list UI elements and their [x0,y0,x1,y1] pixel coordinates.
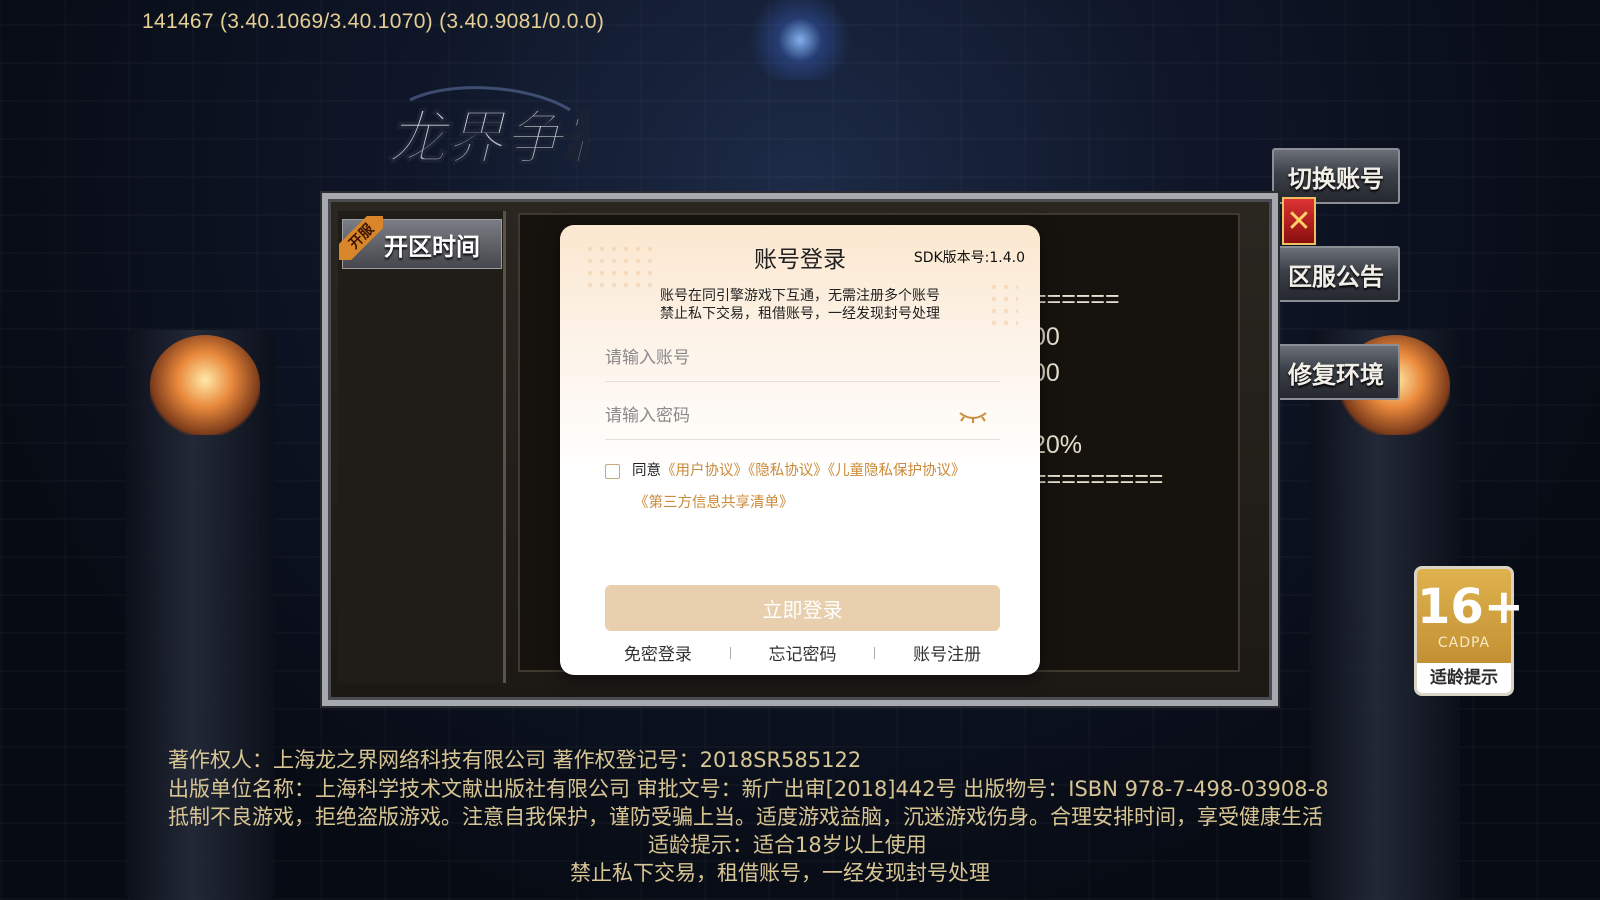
forgot-password-link[interactable]: 忘记密码 [768,640,836,665]
notice-line: 禁止私下交易，租借账号，一经发现封号处理 [660,306,940,322]
new-server-ribbon: 开服 [339,216,383,260]
register-link[interactable]: 账号注册 [913,640,981,665]
footer-line: 著作权人：上海龙之界网络科技有限公司 著作权登记号：2018SR585122 [168,748,862,772]
login-dialog: 账号登录 SDK版本号:1.4.0 账号在同引擎游戏下互通，无需注册多个账号 禁… [560,225,1040,675]
password-field [605,395,1000,440]
tab-open-time[interactable]: 开服 开区时间 [339,216,502,269]
eye-closed-icon[interactable] [958,409,988,425]
age-rating-number: 16+ [1417,579,1525,635]
footer-line: 适龄提示：适合18岁以上使用 [648,833,927,857]
switch-account-button[interactable]: 切换账号 [1272,148,1400,204]
server-notice-button[interactable]: 区服公告 [1272,246,1400,302]
agreement-area: 同意《用户协议》《隐私协议》《儿童隐私保护协议》 《第三方信息共享清单》 [605,455,1005,519]
server-list-column [338,211,506,683]
divider [729,646,731,659]
close-icon[interactable]: ✕ [1282,197,1316,245]
password-input[interactable] [605,395,945,437]
version-text: 141467 (3.40.1069/3.40.1070) (3.40.9081/… [142,10,605,33]
divider [874,646,876,659]
account-field [605,337,1000,382]
age-rating-badge: 16+ CADPA 适龄提示 [1414,566,1525,696]
footer-line: 禁止私下交易，租借账号，一经发现封号处理 [570,861,990,885]
age-rating-tip: 适龄提示 [1417,663,1511,693]
agree-checkbox[interactable] [605,463,620,479]
top-light-glow [740,0,860,80]
footer-line: 出版单位名称：上海科学技术文献出版社有限公司 审批文号：新广出审[2018]44… [168,777,1329,801]
passwordless-login-link[interactable]: 免密登录 [624,640,692,665]
repair-env-button[interactable]: 修复环境 [1272,344,1400,400]
ribbon-label: 开服 [339,216,383,260]
dialog-bottom-links: 免密登录 忘记密码 账号注册 [605,640,1000,665]
logo-text: 龙界争霸 [388,104,590,172]
login-button[interactable]: 立即登录 [605,585,1000,631]
account-notice: 账号在同引擎游戏下互通，无需注册多个账号 禁止私下交易，租借账号，一经发现封号处… [560,287,1040,323]
footer-line: 抵制不良游戏，拒绝盗版游戏。注意自我保护，谨防受骗上当。适度游戏益脑，沉迷游戏伤… [168,805,1323,829]
user-agreement-link[interactable]: 《用户协议》 [661,463,748,479]
age-rating-org: CADPA [1437,635,1491,651]
notice-text-line: ====== [1032,285,1120,313]
notice-text-line: ========= [1032,465,1164,493]
game-logo: 龙界争霸 [387,86,590,173]
left-lamp [150,335,260,435]
notice-line: 账号在同引擎游戏下互通，无需注册多个账号 [660,288,940,304]
account-input[interactable] [605,337,945,379]
tab-open-time-label: 开区时间 [384,232,480,261]
sdk-version: SDK版本号:1.4.0 [913,250,1025,266]
child-privacy-link[interactable]: 《儿童隐私保护协议》 [828,463,966,479]
agree-prefix: 同意 [632,463,661,479]
privacy-agreement-link[interactable]: 《隐私协议》 [748,463,828,479]
third-party-list-link[interactable]: 《第三方信息共享清单》 [634,495,794,511]
